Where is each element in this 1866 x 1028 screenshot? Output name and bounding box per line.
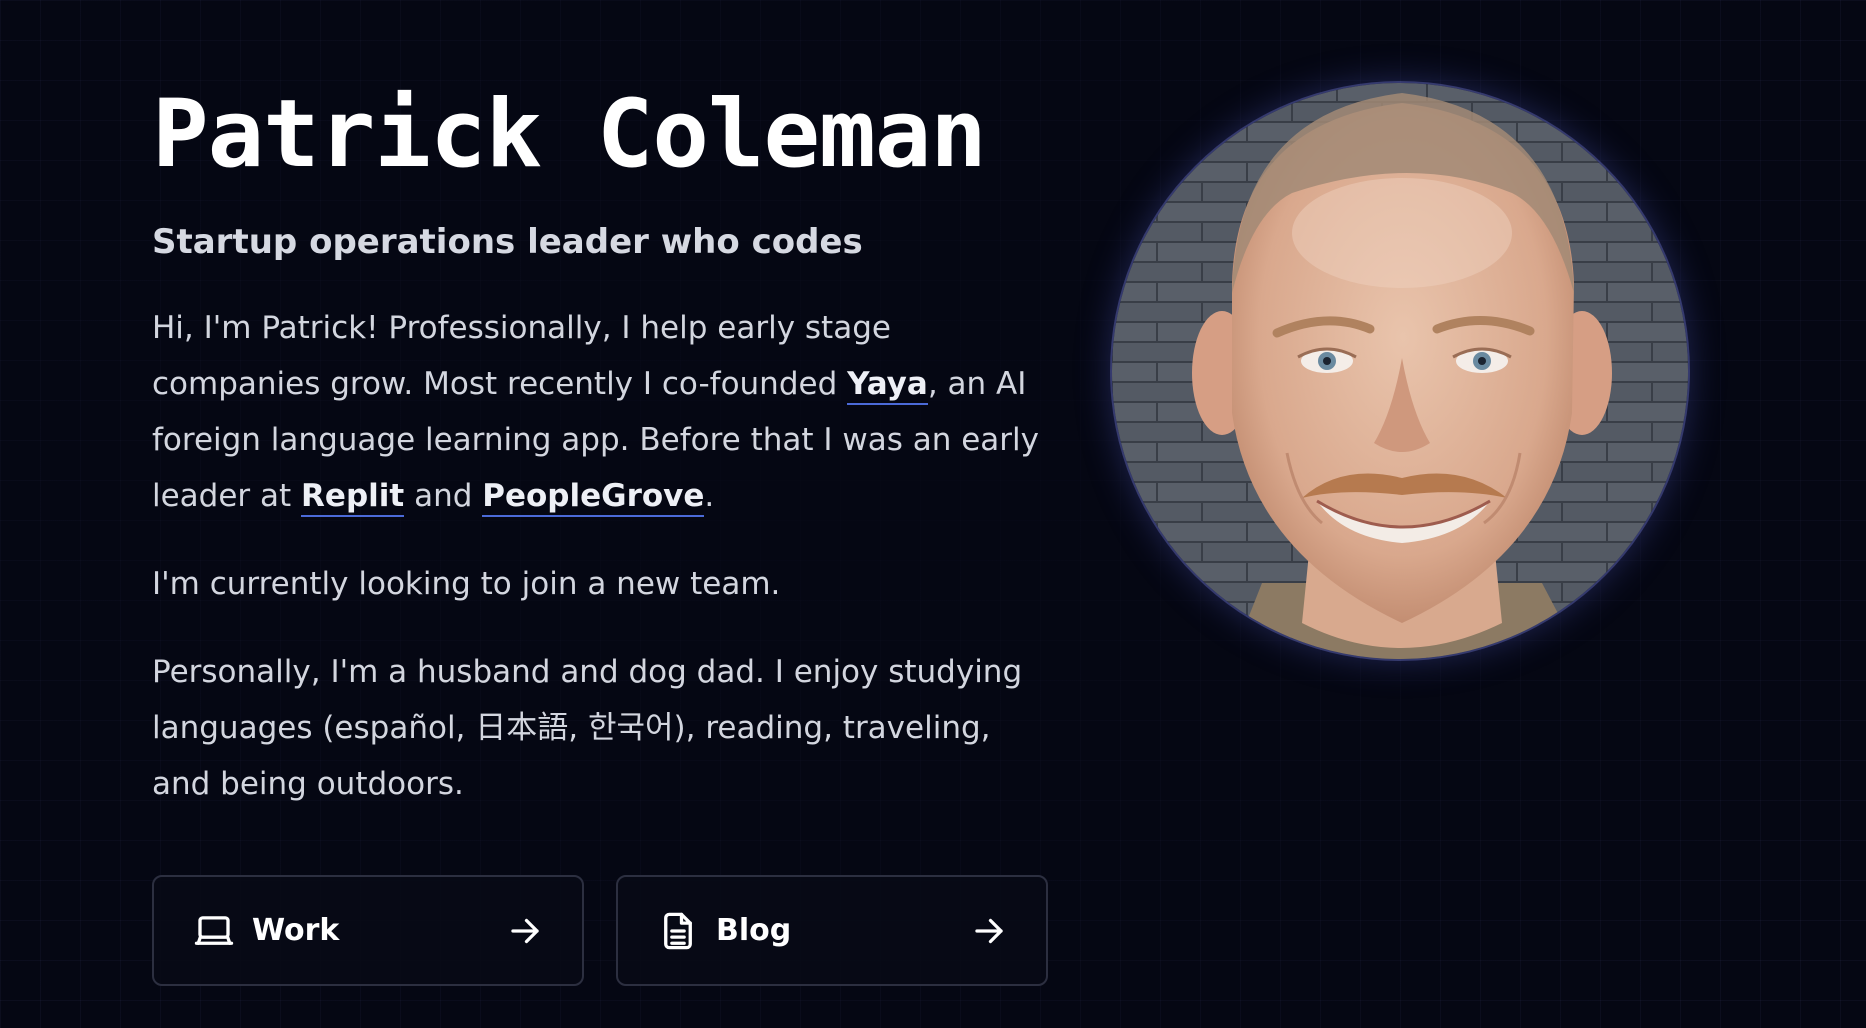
- intro-text-3: and: [404, 478, 483, 514]
- arrow-right-icon: [506, 912, 544, 950]
- hero-content: Patrick Coleman Startup operations leade…: [152, 80, 1052, 812]
- yaya-link[interactable]: Yaya: [847, 366, 928, 405]
- intro-text-4: .: [704, 478, 715, 514]
- document-icon: [656, 909, 700, 953]
- personal-paragraph: Personally, I'm a husband and dog dad. I…: [152, 654, 1023, 802]
- status-paragraph: I'm currently looking to join a new team…: [152, 566, 781, 602]
- intro-text-1: Hi, I'm Patrick! Professionally, I help …: [152, 310, 891, 402]
- nav-buttons: Work Blog: [152, 875, 1048, 986]
- laptop-icon: [192, 909, 236, 953]
- blog-button-label: Blog: [716, 913, 792, 948]
- work-button[interactable]: Work: [152, 875, 584, 986]
- intro-paragraph: Hi, I'm Patrick! Professionally, I help …: [152, 300, 1052, 524]
- profile-photo: [1112, 83, 1688, 659]
- work-button-label: Work: [252, 913, 340, 948]
- page-title: Patrick Coleman: [152, 80, 987, 189]
- blog-button[interactable]: Blog: [616, 875, 1048, 986]
- peoplegrove-link[interactable]: PeopleGrove: [482, 478, 705, 517]
- arrow-right-icon: [970, 912, 1008, 950]
- replit-link[interactable]: Replit: [301, 478, 405, 517]
- tagline: Startup operations leader who codes: [152, 222, 863, 262]
- profile-photo-illustration: [1112, 83, 1688, 659]
